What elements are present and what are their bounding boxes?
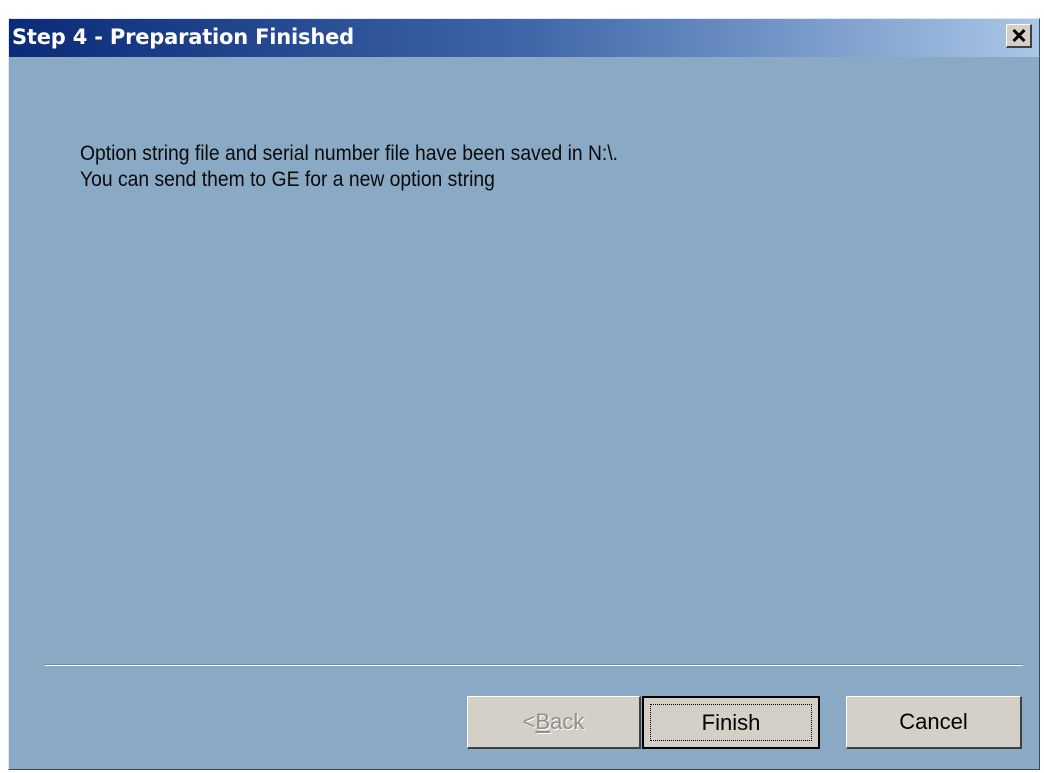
window-title: Step 4 - Preparation Finished [12, 25, 354, 49]
finish-button[interactable]: Finish [642, 696, 820, 749]
message-line-1: Option string file and serial number fil… [80, 142, 619, 165]
message-text: Option string file and serial number fil… [80, 141, 618, 193]
close-button[interactable] [1006, 24, 1032, 48]
message-line-2: You can send them to GE for a new option… [80, 168, 495, 191]
back-button-prefix: < [522, 709, 536, 734]
back-button[interactable]: < Back [467, 696, 641, 749]
close-icon [1011, 29, 1026, 42]
focus-ring [650, 704, 812, 741]
title-bar[interactable]: Step 4 - Preparation Finished [9, 19, 1039, 57]
back-button-mnemonic: B [535, 709, 551, 734]
separator-line [45, 664, 1023, 666]
back-button-rest: ack [550, 709, 585, 734]
wizard-dialog: Step 4 - Preparation Finished Option str… [8, 18, 1040, 770]
cancel-button[interactable]: Cancel [846, 696, 1022, 749]
cancel-button-label: Cancel [899, 709, 968, 734]
